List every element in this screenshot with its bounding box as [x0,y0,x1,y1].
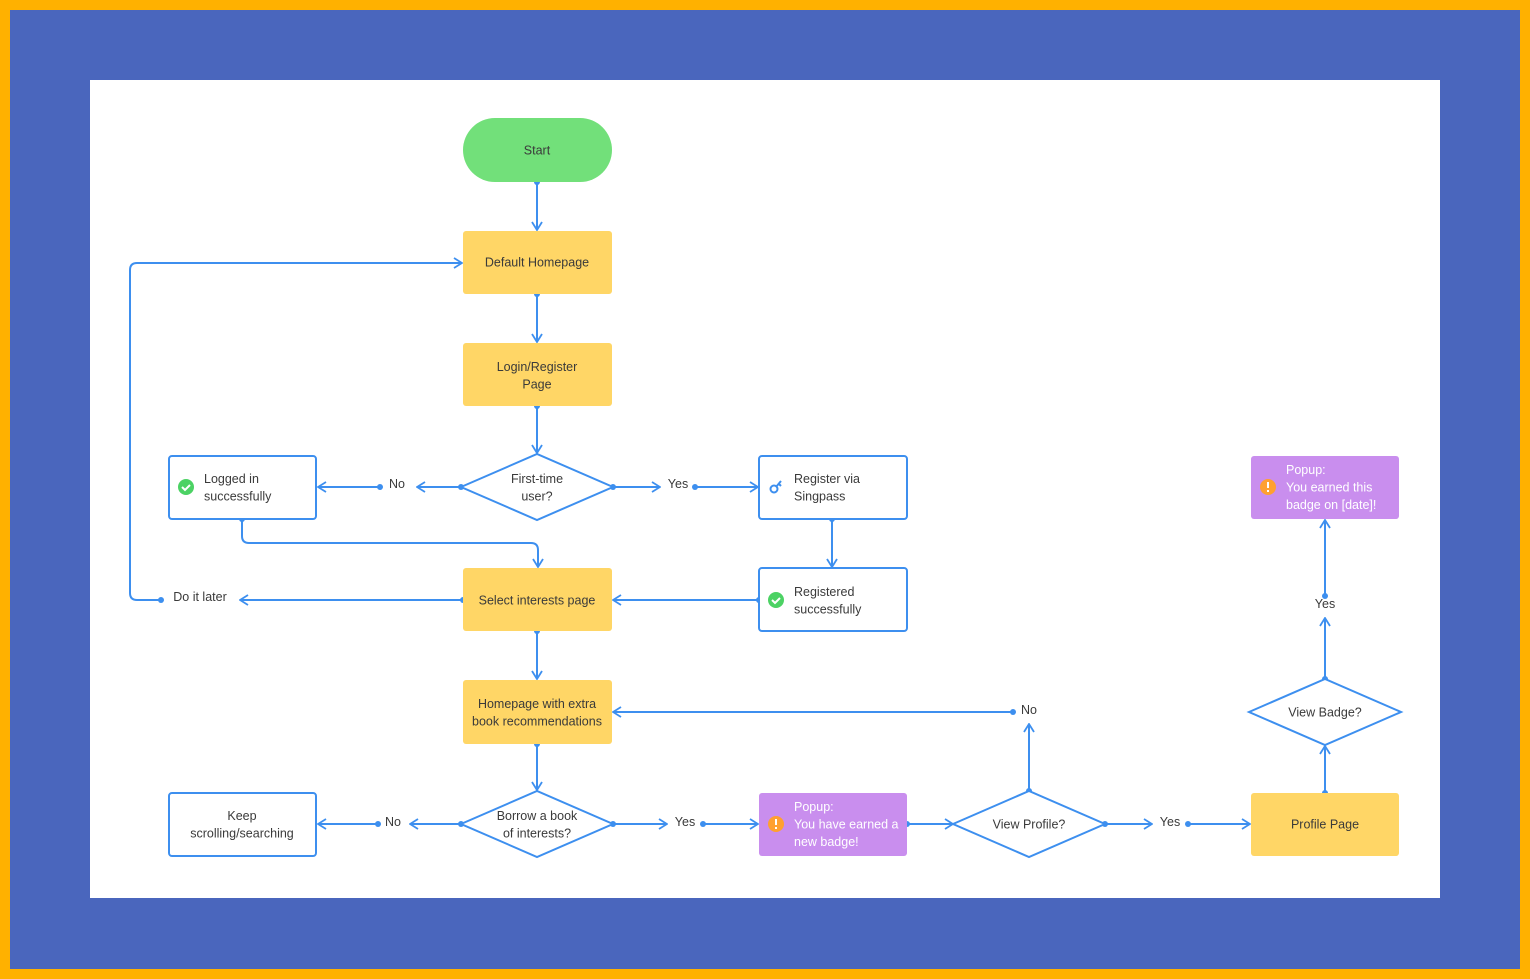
connector-dot [377,484,383,490]
check-circle-icon [768,592,784,608]
register-singpass-node[interactable] [758,455,908,520]
homepage-extra-node[interactable] [463,680,612,744]
edge-label-first-no: No [389,477,405,491]
connector-dot [692,484,698,490]
edge-label-borrow-yes: Yes [675,815,695,829]
connector-dot [1010,709,1016,715]
check-circle-icon [178,479,194,495]
edge-label-do-it-later: Do it later [173,590,227,604]
select_interests-label: Select interests page [479,594,596,608]
profile_page-label: Profile Page [1291,818,1359,832]
connector-dot [700,821,706,827]
edge-label-profile-no: No [1021,703,1037,717]
connector-dot [1185,821,1191,827]
edge-label-borrow-no: No [385,815,401,829]
keep-scrolling-node[interactable] [168,792,317,857]
default_homepage-label: Default Homepage [485,256,589,270]
edge-label-profile-yes: Yes [1160,815,1180,829]
login-register-node[interactable] [463,343,612,406]
connector-dot [158,597,164,603]
start-label: Start [524,144,551,158]
view_badge-label: View Badge? [1288,706,1361,720]
connector-dot [375,821,381,827]
edge-label-badge-yes: Yes [1315,597,1335,611]
edge-label-first-yes: Yes [668,477,688,491]
view_profile-label: View Profile? [993,818,1066,832]
flowchart: StartDefault HomepageLogin/Register PageF… [90,80,1440,898]
